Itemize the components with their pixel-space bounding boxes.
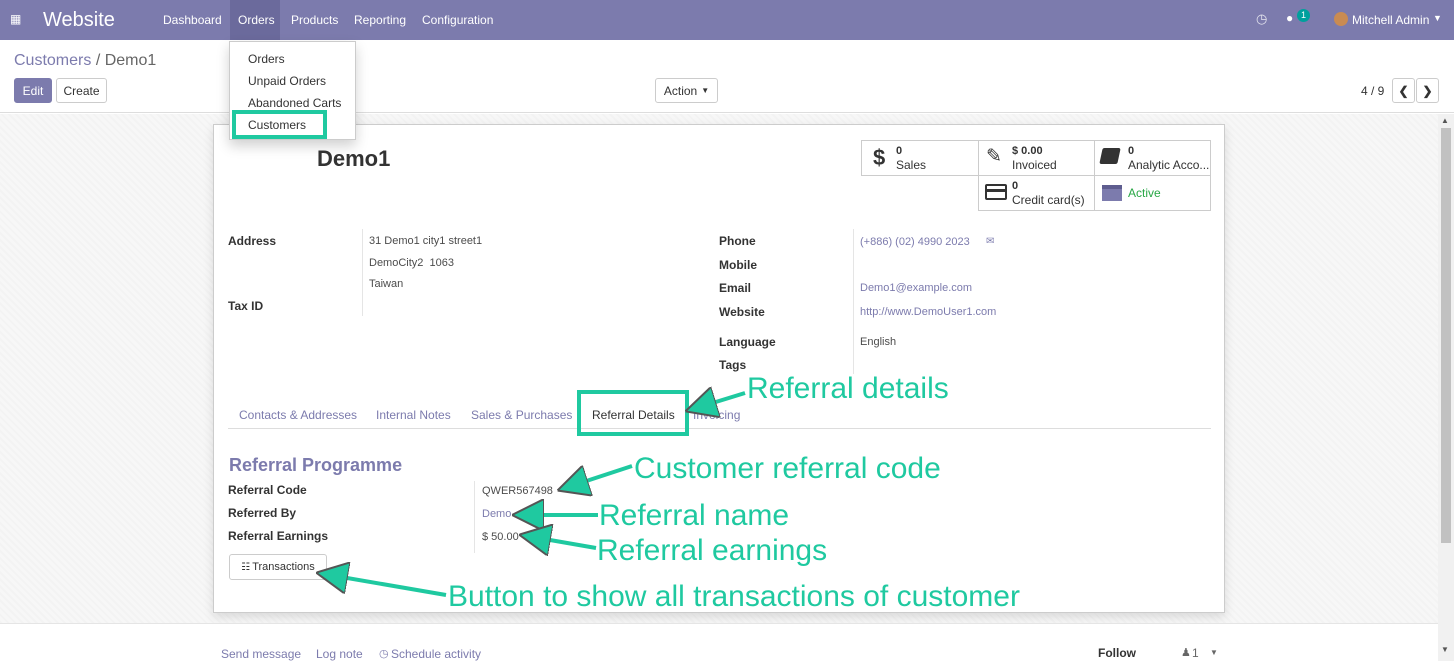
arrow-referral-details — [693, 393, 746, 409]
annotation-referral-earnings: Referral earnings — [597, 534, 828, 567]
arrow-referral-earnings — [527, 536, 597, 548]
arrow-transactions-button — [324, 574, 447, 597]
annotation-referral-code: Customer referral code — [634, 452, 941, 485]
annotation-referral-details: Referral details — [747, 372, 949, 405]
annotation-transactions-button: Button to show all transactions of custo… — [448, 580, 1020, 613]
annotation-referral-name: Referral name — [599, 499, 790, 532]
arrow-referral-code — [565, 464, 633, 488]
